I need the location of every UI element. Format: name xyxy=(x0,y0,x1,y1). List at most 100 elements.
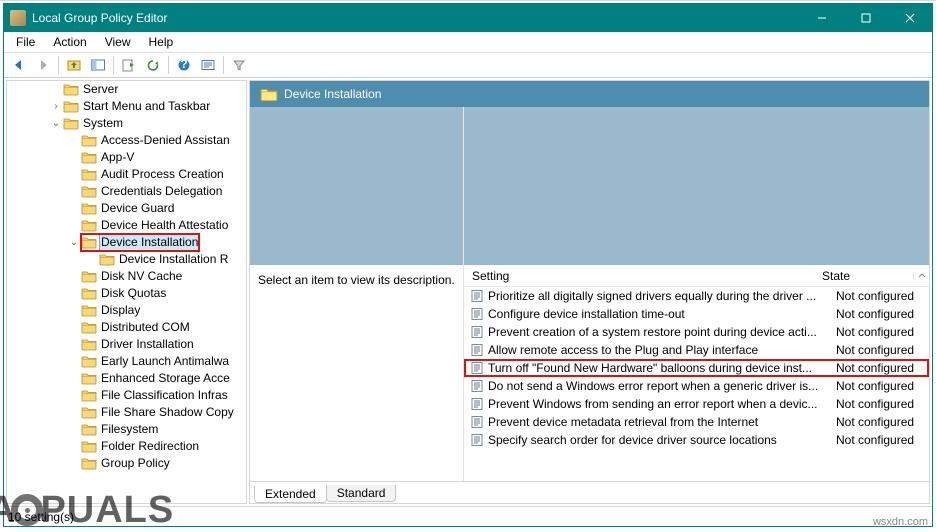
setting-name: Prioritize all digitally signed drivers … xyxy=(488,289,836,303)
folder-icon xyxy=(81,389,97,402)
tree-item[interactable]: Early Launch Antimalwa xyxy=(7,353,246,370)
tree-item[interactable]: Disk NV Cache xyxy=(7,268,246,285)
preview-area xyxy=(250,107,463,265)
tree-item-label: Disk NV Cache xyxy=(100,268,183,285)
setting-state: Not configured xyxy=(836,433,929,447)
toolbar-separator xyxy=(113,56,114,74)
setting-row[interactable]: Prevent creation of a system restore poi… xyxy=(464,323,929,341)
setting-icon xyxy=(470,289,484,303)
toolbar: ? xyxy=(4,52,932,78)
tree-expander-icon[interactable]: › xyxy=(49,98,63,115)
folder-icon xyxy=(81,202,97,215)
export-button[interactable] xyxy=(118,54,140,76)
tree-item[interactable]: Filesystem xyxy=(7,421,246,438)
settings-list[interactable]: Prioritize all digitally signed drivers … xyxy=(464,287,929,481)
close-button[interactable] xyxy=(888,4,932,32)
maximize-button[interactable] xyxy=(844,4,888,32)
folder-icon xyxy=(81,304,97,317)
tree-item[interactable]: Distributed COM xyxy=(7,319,246,336)
menu-action[interactable]: Action xyxy=(45,34,94,50)
tree-item[interactable]: ⌄Device Installation xyxy=(7,234,246,251)
minimize-button[interactable] xyxy=(800,4,844,32)
tree-item[interactable]: › Start Menu and Taskbar xyxy=(7,98,246,115)
tree-item-label: System xyxy=(82,115,124,132)
view-tabs: Extended Standard xyxy=(250,481,929,503)
tree-item-label: Access-Denied Assistan xyxy=(100,132,231,149)
folder-icon xyxy=(81,338,97,351)
refresh-button[interactable] xyxy=(142,54,164,76)
tree-item-label: File Classification Infras xyxy=(100,387,229,404)
app-icon xyxy=(10,10,26,26)
tree-expander-icon[interactable]: ⌄ xyxy=(67,234,81,251)
setting-icon xyxy=(470,325,484,339)
tree-item[interactable]: Display xyxy=(7,302,246,319)
setting-name: Prevent device metadata retrieval from t… xyxy=(488,415,836,429)
tab-extended[interactable]: Extended xyxy=(254,486,327,503)
tree-item[interactable]: Group Policy xyxy=(7,455,246,472)
forward-button[interactable] xyxy=(32,54,54,76)
tree-item[interactable]: Device Health Attestatio xyxy=(7,217,246,234)
options-button[interactable] xyxy=(197,54,219,76)
up-button[interactable] xyxy=(63,54,85,76)
tree-item-label: Enhanced Storage Acce xyxy=(100,370,231,387)
tab-standard[interactable]: Standard xyxy=(326,485,397,502)
setting-row[interactable]: Configure device installation time-outNo… xyxy=(464,305,929,323)
tree-item[interactable]: Driver Installation xyxy=(7,336,246,353)
tree-item[interactable]: App-V xyxy=(7,149,246,166)
tree-item[interactable]: Access-Denied Assistan xyxy=(7,132,246,149)
setting-row[interactable]: Do not send a Windows error report when … xyxy=(464,377,929,395)
tree-item[interactable]: ⌄ System xyxy=(7,115,246,132)
setting-icon xyxy=(470,415,484,429)
setting-row[interactable]: Prevent device metadata retrieval from t… xyxy=(464,413,929,431)
setting-icon xyxy=(470,397,484,411)
tree-item[interactable]: Credentials Delegation xyxy=(7,183,246,200)
tree-item[interactable]: Folder Redirection xyxy=(7,438,246,455)
tree-item[interactable]: File Share Shadow Copy xyxy=(7,404,246,421)
setting-row[interactable]: Allow remote access to the Plug and Play… xyxy=(464,341,929,359)
folder-icon xyxy=(81,270,97,283)
setting-name: Configure device installation time-out xyxy=(488,307,836,321)
tree-item[interactable]: File Classification Infras xyxy=(7,387,246,404)
back-button[interactable] xyxy=(8,54,30,76)
tree-pane[interactable]: Server› Start Menu and Taskbar ⌄ SystemAcce… xyxy=(6,80,247,504)
column-setting[interactable]: Setting xyxy=(464,269,820,283)
setting-row[interactable]: Prioritize all digitally signed drivers … xyxy=(464,287,929,305)
folder-icon xyxy=(63,83,79,96)
filter-button[interactable] xyxy=(228,54,250,76)
setting-name: Turn off "Found New Hardware" balloons d… xyxy=(488,361,836,375)
help-button[interactable]: ? xyxy=(173,54,195,76)
folder-icon xyxy=(81,423,97,436)
tree-item[interactable]: Audit Process Creation xyxy=(7,166,246,183)
folder-icon xyxy=(81,457,97,470)
tree-item[interactable]: Device Guard xyxy=(7,200,246,217)
folder-icon xyxy=(99,253,115,266)
tree-item[interactable]: Device Installation R xyxy=(7,251,246,268)
tree-item[interactable]: Server xyxy=(7,81,246,98)
setting-name: Prevent creation of a system restore poi… xyxy=(488,325,836,339)
titlebar[interactable]: Local Group Policy Editor xyxy=(4,4,932,32)
menu-file[interactable]: File xyxy=(8,34,43,50)
show-tree-button[interactable] xyxy=(87,54,109,76)
toolbar-separator xyxy=(58,56,59,74)
setting-name: Prevent Windows from sending an error re… xyxy=(488,397,836,411)
menu-view[interactable]: View xyxy=(97,34,139,50)
tree-item[interactable]: Disk Quotas xyxy=(7,285,246,302)
setting-row[interactable]: Prevent Windows from sending an error re… xyxy=(464,395,929,413)
setting-icon xyxy=(470,343,484,357)
tree-expander-icon[interactable]: ⌄ xyxy=(49,115,63,132)
folder-icon xyxy=(81,134,97,147)
tree-item-label: Distributed COM xyxy=(100,319,191,336)
tree[interactable]: Server› Start Menu and Taskbar ⌄ SystemAcce… xyxy=(7,81,246,472)
setting-row[interactable]: Specify search order for device driver s… xyxy=(464,431,929,449)
column-state[interactable]: State xyxy=(820,269,913,283)
description-column: Select an item to view its description. xyxy=(250,107,464,481)
setting-row[interactable]: Turn off "Found New Hardware" balloons d… xyxy=(464,359,929,377)
tree-item-label: Device Guard xyxy=(100,200,175,217)
menu-help[interactable]: Help xyxy=(141,34,182,50)
setting-state: Not configured xyxy=(836,397,929,411)
tree-item-label: Start Menu and Taskbar xyxy=(82,98,211,115)
column-headers[interactable]: Setting State xyxy=(464,265,929,287)
toolbar-separator xyxy=(168,56,169,74)
setting-name: Specify search order for device driver s… xyxy=(488,433,836,447)
tree-item[interactable]: Enhanced Storage Acce xyxy=(7,370,246,387)
